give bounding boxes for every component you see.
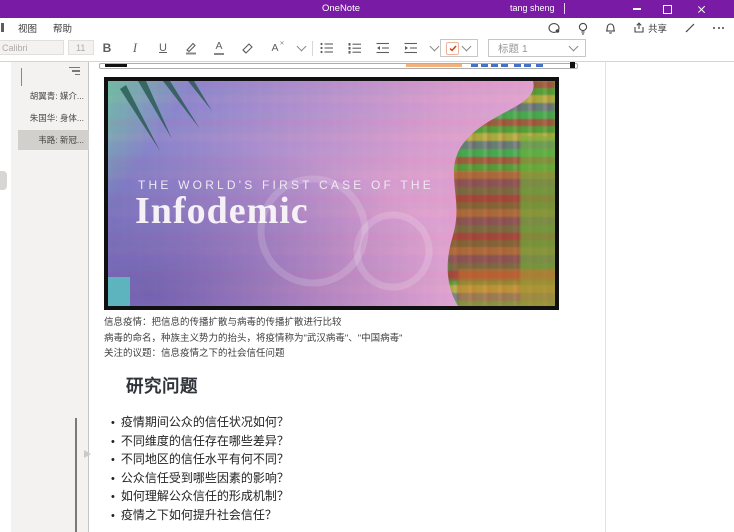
- sync-status-button[interactable]: [548, 22, 561, 34]
- infodemic-banner-image[interactable]: THE WORLD'S FIRST CASE OF THE Infodemic: [104, 77, 559, 310]
- font-name-box[interactable]: Calibri: [0, 40, 64, 55]
- page-canvas[interactable]: THE WORLD'S FIRST CASE OF THE Infodemic …: [90, 62, 604, 532]
- caption-paragraphs[interactable]: 信息疫情：把信息的传播扩散与病毒的传播扩散进行比较 病毒的命名，种族主义势力的抬…: [104, 315, 574, 362]
- list-item[interactable]: 公众信任受到哪些因素的影响？: [111, 470, 289, 489]
- format-painter-icon: [241, 42, 254, 55]
- list-item[interactable]: 不同地区的信任水平有何不同？: [111, 451, 289, 470]
- right-panel: [605, 62, 734, 532]
- clipped-link-fragment: [536, 64, 543, 67]
- tell-me-button[interactable]: [578, 22, 588, 35]
- page-list-sidebar: 胡翼青: 媒介... 朱国华: 身体... 韦路: 新冠...: [11, 62, 89, 532]
- bullet-list-icon: [320, 42, 334, 54]
- list-item[interactable]: 疫情期间公众的信任状况如何？: [111, 414, 289, 433]
- share-button[interactable]: 共享: [633, 21, 667, 35]
- page-list-item-selected[interactable]: 韦路: 新冠...: [18, 130, 89, 150]
- decrease-indent-button[interactable]: [373, 38, 393, 58]
- section-dropdown[interactable]: [21, 68, 22, 86]
- titlebar-divider: [564, 3, 565, 14]
- format-toolbar: Calibri 11 B I U A A✕: [0, 36, 734, 62]
- caption-line[interactable]: 信息疫情：把信息的传播扩散与病毒的传播扩散进行比较: [104, 315, 574, 331]
- draw-button[interactable]: [684, 22, 696, 34]
- maximize-button[interactable]: [656, 0, 678, 18]
- lightbulb-icon: [578, 22, 588, 35]
- font-size-box[interactable]: 11: [68, 40, 94, 55]
- clear-formatting-icon: A✕: [271, 42, 278, 54]
- share-label: 共享: [648, 21, 667, 35]
- sort-icon: [69, 67, 80, 68]
- account-name[interactable]: tang sheng: [510, 3, 555, 13]
- quick-actions: 共享: [548, 21, 734, 35]
- font-color-button[interactable]: A: [209, 38, 229, 58]
- app-title: OneNote: [322, 3, 360, 14]
- titlebar: OneNote tang sheng: [0, 0, 734, 18]
- bold-button[interactable]: B: [97, 38, 117, 58]
- sidebar-scrollbar[interactable]: [75, 418, 77, 532]
- menu-help[interactable]: 帮助: [53, 21, 72, 35]
- chevron-down-icon: [429, 42, 439, 52]
- clipped-content-strip: [99, 63, 578, 69]
- indent-icon: [404, 42, 418, 54]
- clipped-text-fragment: [105, 64, 127, 67]
- clipped-end-marker: [570, 62, 575, 68]
- bell-icon: [605, 22, 616, 34]
- research-question-list: 疫情期间公众的信任状况如何？ 不同维度的信任存在哪些差异？ 不同地区的信任水平有…: [111, 414, 289, 526]
- numbered-list-button[interactable]: [345, 38, 365, 58]
- highlighter-icon: [184, 41, 198, 55]
- page-list-item[interactable]: 朱国华: 身体...: [18, 108, 89, 128]
- paragraph-collapse-arrow[interactable]: [84, 450, 91, 458]
- sort-pages-button[interactable]: [69, 67, 80, 75]
- clear-formatting-button[interactable]: A✕: [265, 38, 285, 58]
- maximize-icon: [663, 5, 672, 14]
- close-button[interactable]: [690, 0, 712, 18]
- minimize-button[interactable]: [626, 0, 648, 18]
- minimize-icon: [633, 8, 641, 10]
- page-list-item[interactable]: 胡翼青: 媒介...: [18, 86, 89, 106]
- chevron-down-icon: [21, 68, 22, 86]
- menu-view[interactable]: 视图: [18, 21, 37, 35]
- pen-icon: [684, 22, 696, 34]
- share-icon: [633, 22, 645, 34]
- chevron-down-icon: [569, 42, 579, 52]
- bullet-list-button[interactable]: [317, 38, 337, 58]
- caption-line[interactable]: 关注的议题：信息疫情之下的社会信任问题: [104, 346, 574, 362]
- close-icon: [697, 5, 706, 14]
- highlight-button[interactable]: [181, 38, 201, 58]
- numbered-list-icon: [348, 42, 362, 54]
- font-color-icon: A: [214, 41, 224, 55]
- list-item[interactable]: 疫情之下如何提升社会信任？: [111, 507, 289, 526]
- chevron-down-icon: [296, 42, 306, 52]
- banner-title-text: Infodemic: [135, 189, 309, 233]
- toolbar-divider: [312, 41, 313, 56]
- list-item[interactable]: 如何理解公众信任的形成机制？: [111, 488, 289, 507]
- underline-button[interactable]: U: [153, 38, 173, 58]
- increase-indent-button[interactable]: [401, 38, 421, 58]
- more-options-button[interactable]: [713, 27, 724, 29]
- outdent-icon: [376, 42, 390, 54]
- collapsed-notebook-rail: [0, 62, 11, 532]
- list-item[interactable]: 不同维度的信任存在哪些差异？: [111, 433, 289, 452]
- notifications-button[interactable]: [605, 22, 616, 34]
- todo-checkbox-icon: [446, 42, 459, 55]
- caption-line[interactable]: 病毒的命名，种族主义势力的抬头，将疫情称为"武汉病毒"、"中国病毒": [104, 331, 574, 347]
- menu-item-clipped[interactable]: [1, 23, 4, 32]
- onenote-window: OneNote tang sheng 视图 帮助: [0, 0, 734, 532]
- format-painter-button[interactable]: [237, 38, 257, 58]
- style-dropdown-value: 标题 1: [498, 41, 570, 56]
- clipped-highlight-fragment: [406, 64, 462, 67]
- sync-icon: [548, 22, 561, 34]
- more-font-options-button[interactable]: [291, 38, 311, 58]
- rail-handle[interactable]: [0, 171, 7, 190]
- italic-button[interactable]: I: [125, 38, 145, 58]
- todo-tag-dropdown[interactable]: [440, 39, 478, 57]
- chevron-down-icon: [462, 42, 472, 52]
- section-heading[interactable]: 研究问题: [126, 373, 198, 398]
- style-dropdown[interactable]: 标题 1: [488, 39, 586, 57]
